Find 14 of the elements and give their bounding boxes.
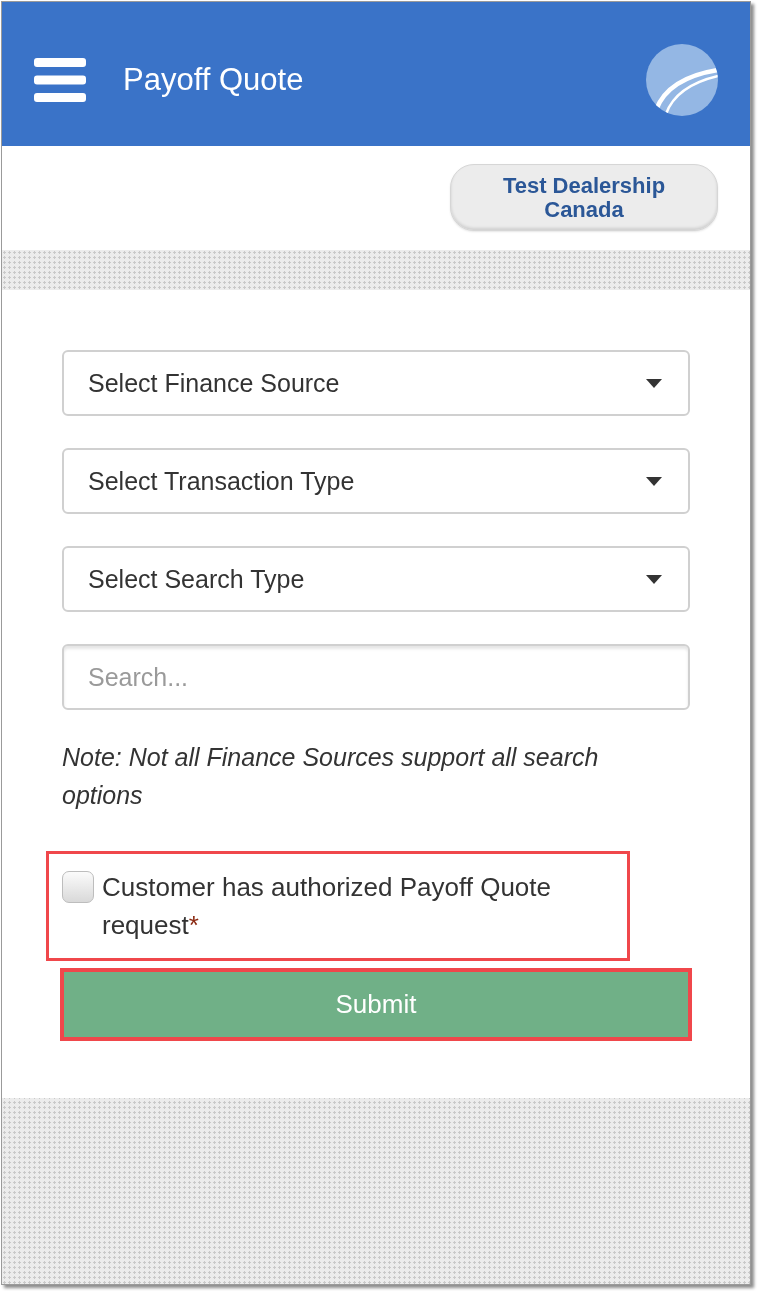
select-dropdown[interactable]: Select Finance Source [62,350,690,416]
dealer-button[interactable]: Test Dealership Canada [450,164,718,231]
caret-icon [646,574,662,584]
checkbox-label: Customer has authorized Payoff Quote request* [102,871,552,942]
select-dropdown[interactable]: Select Transaction Type [62,448,690,514]
caret-icon [646,378,662,388]
menu-icon[interactable] [34,58,86,102]
caret-icon [646,476,662,486]
note-text: Note: Not all Finance Sources support all search options [62,742,600,811]
logo-icon [646,44,718,116]
select-dropdown[interactable]: Select Search Type [62,546,690,612]
search-field[interactable]: Search... [62,644,690,710]
checkbox[interactable] [62,871,94,903]
page-title: Payoff Quote [123,62,304,98]
